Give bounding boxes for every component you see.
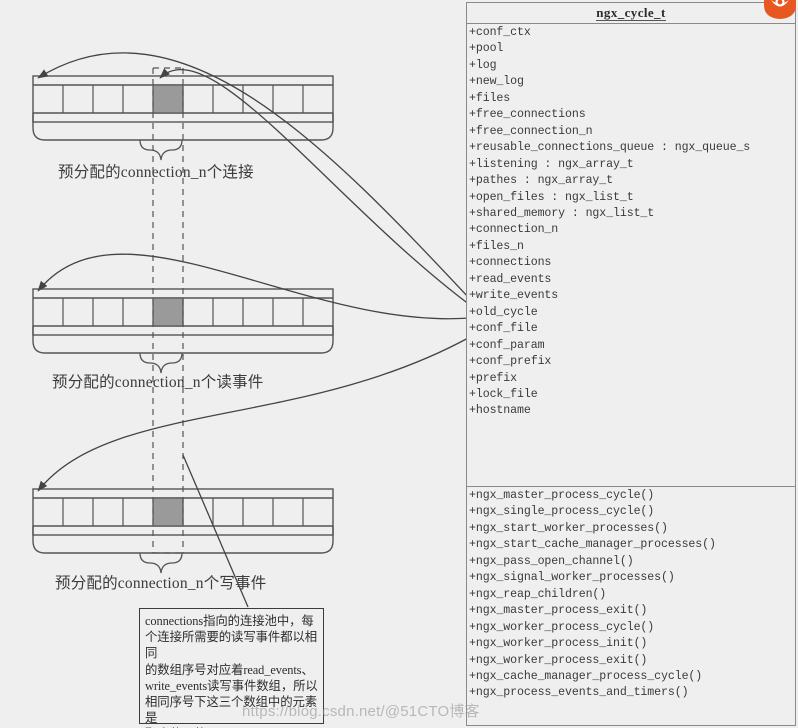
attribute-item: +open_files : ngx_list_t [469,190,634,204]
class-name: ngx_cycle_t [596,4,666,21]
diagram-canvas: 预分配的connection_n个连接 预分配的connection_n个读事件… [0,0,798,728]
connections-array-label: 预分配的connection_n个连接 [58,164,254,181]
attribute-item: +old_cycle [469,305,538,319]
attribute-item: +write_events [469,289,559,303]
method-item: +ngx_reap_children() [469,587,607,601]
attribute-list: +conf_ctx +pool +log +new_log +files +free_co… [467,24,795,420]
attribute-item: +free_connections [469,108,586,122]
note-line: write_events读写事件数组，所以 [145,678,318,693]
attribute-item: +reusable_connections_queue : ngx_queue_… [469,141,751,155]
attribute-item: +log [469,58,497,72]
attribute-item: +pathes : ngx_array_t [469,174,614,188]
alignment-guides [152,67,184,554]
method-item: +ngx_start_worker_processes() [469,521,668,535]
connections-array-graphic [32,75,334,161]
write-events-array-graphic [32,488,334,574]
class-attributes-section: +conf_ctx +pool +log +new_log +files +free_co… [467,24,795,487]
attribute-item: +hostname [469,404,531,418]
attribute-item: +conf_file [469,322,538,336]
method-item: +ngx_process_events_and_timers() [469,686,689,700]
attribute-item: +prefix [469,371,518,385]
attribute-item: +conf_prefix [469,355,552,369]
method-item: +ngx_worker_process_init() [469,637,648,651]
method-item: +ngx_signal_worker_processes() [469,571,675,585]
method-item: +ngx_pass_open_channel() [469,554,634,568]
method-item: +ngx_start_cache_manager_processes() [469,538,716,552]
attribute-item: +connections [469,256,552,270]
method-item: +ngx_worker_process_cycle() [469,620,655,634]
method-item: +ngx_master_process_cycle() [469,489,655,502]
attribute-item: +read_events [469,272,552,286]
method-item: +ngx_single_process_cycle() [469,505,655,519]
attribute-item: +conf_ctx [469,26,531,39]
uml-class-ngx-cycle-t: ngx_cycle_t +conf_ctx +pool +log +new_log +f… [466,2,796,726]
class-methods-section: +ngx_master_process_cycle() +ngx_single_p… [467,487,795,726]
note-line: connections指向的连接池中，每 [145,614,314,628]
attribute-item: +lock_file [469,387,538,401]
write-events-array-label: 预分配的connection_n个写事件 [55,575,267,592]
pointer-arrows [37,52,471,492]
method-item: +ngx_master_process_exit() [469,604,648,618]
orange-logo-icon [762,0,798,21]
attribute-item: +new_log [469,75,524,89]
attribute-item: +free_connection_n [469,124,593,138]
watermark-text: https://blog.csdn.net/@51CTO博客 [242,703,480,720]
note-line: 个连接所需要的读写事件都以相同 [145,630,318,661]
attribute-item: +pool [469,42,504,56]
method-item: +ngx_cache_manager_process_cycle() [469,669,703,683]
method-item: +ngx_worker_process_exit() [469,653,648,667]
attribute-item: +listening : ngx_array_t [469,157,634,171]
note-line: 的数组序号对应着read_events、 [145,662,314,677]
attribute-item: +files [469,91,511,105]
read-events-array-graphic [32,288,334,374]
attribute-item: +conf_param [469,338,545,352]
read-events-array-label: 预分配的connection_n个读事件 [52,374,264,391]
attribute-item: +connection_n [469,223,559,237]
class-title-bar: ngx_cycle_t [467,3,795,24]
attribute-item: +shared_memory : ngx_list_t [469,206,655,220]
method-list: +ngx_master_process_cycle() +ngx_single_p… [467,487,795,702]
attribute-item: +files_n [469,239,524,253]
